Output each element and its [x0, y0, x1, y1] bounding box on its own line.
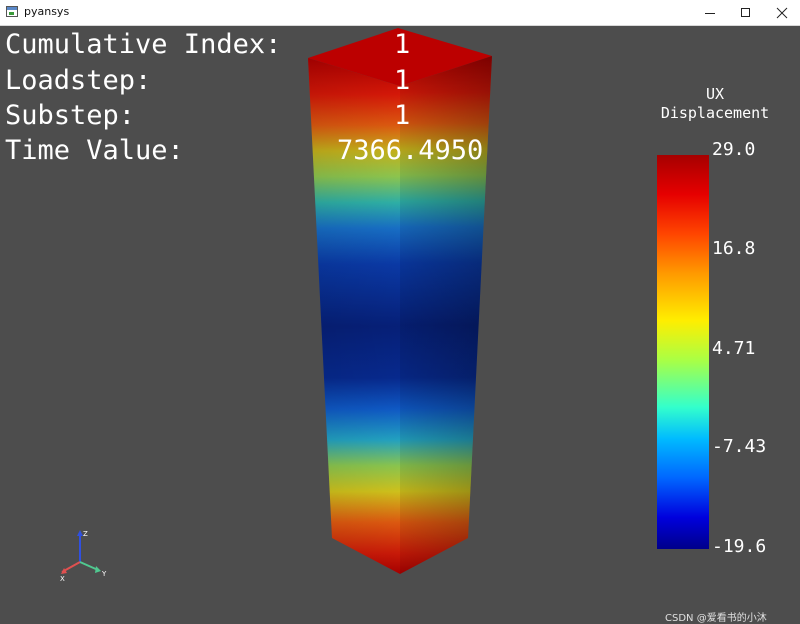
maximize-button[interactable]: [728, 0, 764, 26]
minimize-button[interactable]: [692, 0, 728, 26]
loadstep-value: 1: [394, 65, 411, 96]
pyansys-window: pyansys Cumulative Index: 1 Loadstep: 1 …: [0, 0, 800, 624]
title-bar[interactable]: pyansys: [0, 0, 800, 26]
time-value-value: 7366.4950: [337, 135, 484, 166]
y-axis-line: [79, 561, 99, 571]
cumulative-index-value: 1: [394, 29, 411, 60]
substep-value: 1: [394, 100, 411, 131]
close-icon: [776, 7, 788, 19]
time-value-label: Time Value:: [5, 135, 184, 166]
substep-label: Substep:: [5, 100, 136, 131]
scalar-bar-tick: 4.71: [712, 338, 756, 359]
scalar-bar-tick-max: 29.0: [712, 139, 756, 160]
close-button[interactable]: [764, 0, 800, 26]
y-axis-label: Y: [101, 570, 107, 578]
z-axis-label: Z: [83, 530, 88, 538]
scalar-bar-gradient: [657, 155, 709, 549]
loadstep-label: Loadstep:: [5, 65, 152, 96]
app-icon: [6, 6, 18, 17]
x-axis-label: X: [60, 575, 65, 583]
scalar-bar-title-line1: UX: [705, 85, 725, 103]
render-viewport[interactable]: Cumulative Index: 1 Loadstep: 1 Substep:…: [0, 26, 800, 624]
watermark-text: CSDN @爱看书的小沐: [665, 613, 767, 624]
scalar-bar-tick: -7.43: [712, 436, 767, 457]
window-title: pyansys: [24, 5, 70, 18]
scalar-bar-title-line2: Displacement: [660, 104, 770, 122]
scalar-bar-tick-min: -19.6: [712, 536, 767, 557]
scalar-bar-tick: 16.8: [712, 238, 756, 259]
orientation-axes-widget: Z X Y: [60, 530, 107, 583]
cumulative-index-label: Cumulative Index:: [5, 29, 282, 60]
